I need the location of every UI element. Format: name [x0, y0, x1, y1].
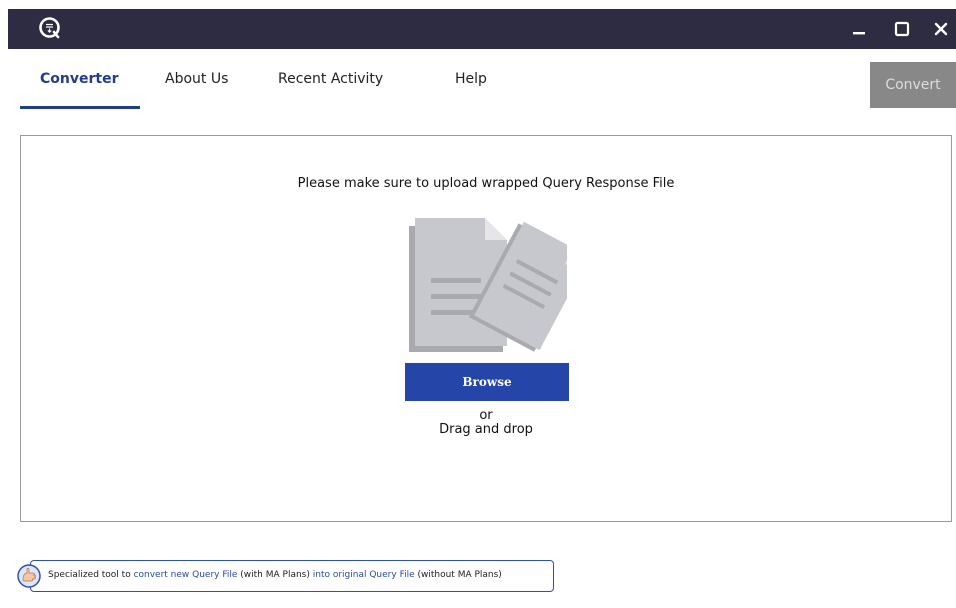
info-link-convert[interactable]: convert new Query File [134, 570, 238, 580]
window-edge [0, 0, 8, 608]
tab-help[interactable]: Help [455, 71, 487, 87]
documents-icon [407, 214, 581, 358]
tab-recent-activity[interactable]: Recent Activity [278, 71, 383, 87]
info-text-part: (without MA Plans) [414, 570, 502, 580]
convert-button[interactable]: Convert [870, 62, 956, 108]
tab-converter[interactable]: Converter [40, 71, 118, 87]
info-link-original[interactable]: into original Query File [313, 570, 415, 580]
browse-button[interactable]: Browse [405, 363, 569, 401]
info-text-part: (with MA Plans) [237, 570, 313, 580]
minimize-icon[interactable] [848, 18, 870, 40]
info-text-part: Specialized tool to [48, 570, 134, 580]
nav-bar: Converter About Us Recent Activity Help … [8, 49, 956, 121]
file-drop-zone[interactable]: Please make sure to upload wrapped Query… [20, 135, 952, 522]
tab-about-us[interactable]: About Us [165, 71, 228, 87]
query-logo-icon [38, 16, 62, 40]
active-tab-indicator [20, 106, 140, 109]
close-icon[interactable] [930, 18, 952, 40]
upload-instruction: Please make sure to upload wrapped Query… [297, 176, 675, 191]
maximize-icon[interactable] [891, 18, 913, 40]
or-label: or [479, 408, 493, 423]
info-banner-text: Specialized tool to convert new Query Fi… [48, 570, 502, 580]
drag-and-drop-label: Drag and drop [439, 422, 533, 437]
hand-icon [16, 563, 42, 589]
title-bar [8, 9, 956, 49]
